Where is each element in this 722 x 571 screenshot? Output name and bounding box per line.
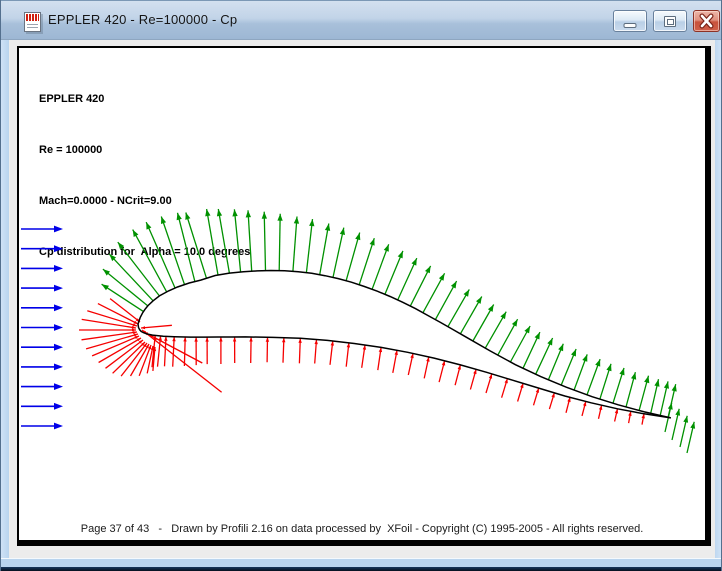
plot-page: EPPLER 420 Re = 100000 Mach=0.0000 - NCr… (17, 46, 711, 546)
plot-footer: Page 37 of 43 - Drawn by Profili 2.16 on… (19, 523, 705, 535)
close-icon (694, 11, 719, 31)
window-frame-left (1, 40, 9, 558)
leading-edge-fan (79, 299, 222, 393)
maximize-icon (664, 16, 676, 27)
window-title: EPPLER 420 - Re=100000 - Cp (48, 12, 237, 27)
window-frame-bottom-edge (1, 567, 722, 571)
client-area: EPPLER 420 Re = 100000 Mach=0.0000 - NCr… (9, 40, 715, 558)
maximize-button[interactable] (653, 10, 687, 32)
upper-cp-arrows (102, 209, 677, 417)
minimize-icon (624, 23, 637, 28)
airfoil-outline (138, 271, 671, 418)
lower-cp-arrows (152, 335, 645, 424)
cp-plot-svg (19, 48, 709, 540)
wake-arrows (665, 403, 695, 453)
titlebar[interactable]: EPPLER 420 - Re=100000 - Cp (1, 0, 722, 40)
flow-arrows (21, 226, 63, 430)
document-icon-mark (26, 14, 39, 21)
window-frame-bottom (1, 558, 722, 571)
app-window: EPPLER 420 - Re=100000 - Cp EPPLER 420 R… (0, 0, 722, 571)
close-button[interactable] (693, 10, 720, 32)
minimize-button[interactable] (613, 10, 647, 32)
document-icon (24, 12, 41, 32)
